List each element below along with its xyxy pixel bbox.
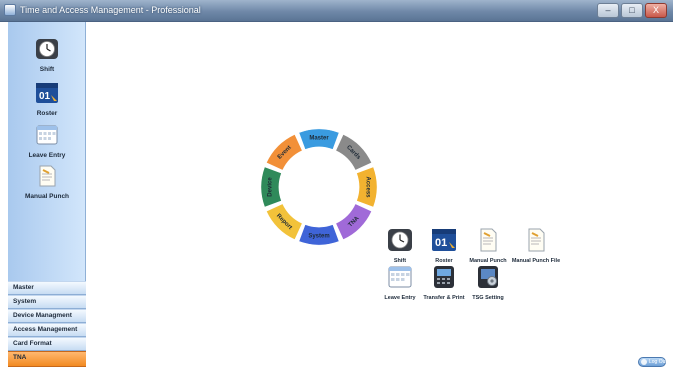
document-icon bbox=[39, 165, 56, 187]
sidebar-item-label: Roster bbox=[36, 110, 58, 117]
calendar-icon: 01 bbox=[36, 83, 58, 103]
document-icon bbox=[528, 228, 545, 252]
app-tsg-setting[interactable]: TSG Setting bbox=[463, 265, 513, 301]
restore-button[interactable]: □ bbox=[621, 3, 643, 18]
app-label: Manual Punch File bbox=[511, 258, 561, 264]
sidebar-item-leave-entry[interactable]: Leave Entry bbox=[8, 124, 86, 159]
nav-device-management[interactable]: Device Managment bbox=[8, 309, 86, 323]
nav-access-management[interactable]: Access Management bbox=[8, 323, 86, 337]
window-controls: – □ X bbox=[597, 3, 667, 18]
power-icon bbox=[641, 359, 647, 365]
app-leave-entry[interactable]: Leave Entry bbox=[375, 265, 425, 301]
app-label: Transfer & Print bbox=[423, 295, 465, 301]
logout-button[interactable]: Log Out bbox=[638, 357, 667, 367]
sidebar-item-roster[interactable]: 01 Roster bbox=[8, 82, 86, 117]
app-label: TSG Setting bbox=[472, 295, 504, 301]
close-button[interactable]: X bbox=[645, 3, 667, 18]
app-label: Roster bbox=[435, 258, 453, 264]
app-roster[interactable]: 01 Roster bbox=[419, 228, 469, 264]
minimize-button[interactable]: – bbox=[597, 3, 619, 18]
document-icon bbox=[480, 228, 497, 252]
settings-icon bbox=[478, 266, 498, 288]
app-manual-punch[interactable]: Manual Punch bbox=[463, 228, 513, 264]
app-label: Shift bbox=[393, 258, 407, 264]
sidebar-item-label: Manual Punch bbox=[24, 193, 70, 200]
clock-icon bbox=[36, 39, 58, 59]
terminal-icon bbox=[434, 266, 454, 288]
ring-segment-label: Master bbox=[309, 136, 329, 142]
calendar-grid-icon bbox=[388, 266, 412, 288]
ring-segment-label: System bbox=[308, 234, 329, 240]
svg-text:01: 01 bbox=[39, 91, 51, 102]
nav-system[interactable]: System bbox=[8, 295, 86, 309]
app-icon bbox=[4, 4, 16, 16]
app-label: Leave Entry bbox=[384, 295, 416, 301]
calendar-grid-icon bbox=[36, 125, 58, 145]
ring-segment-label: Access bbox=[364, 176, 370, 198]
title-bar: Time and Access Management - Professiona… bbox=[0, 0, 673, 22]
logout-label: Log Out bbox=[649, 359, 667, 365]
sidebar-item-shift[interactable]: Shift bbox=[8, 38, 86, 73]
window-title: Time and Access Management - Professiona… bbox=[20, 5, 201, 15]
sidebar-item-manual-punch[interactable]: Manual Punch bbox=[8, 165, 86, 200]
app-transfer-print[interactable]: Transfer & Print bbox=[419, 265, 469, 301]
nav-master[interactable]: Master bbox=[8, 281, 86, 295]
nav-card-format[interactable]: Card Format bbox=[8, 337, 86, 351]
module-ring: MasterCardsAccessTNASystemReportDeviceEv… bbox=[260, 128, 378, 246]
ring-segment-label: Device bbox=[268, 177, 274, 197]
calendar-icon: 01 bbox=[432, 229, 456, 251]
clock-icon bbox=[388, 229, 412, 251]
sidebar-item-label: Shift bbox=[39, 66, 55, 73]
sidebar-item-label: Leave Entry bbox=[28, 152, 66, 159]
app-label: Manual Punch bbox=[469, 258, 507, 264]
svg-text:01: 01 bbox=[435, 237, 447, 249]
nav-tna[interactable]: TNA bbox=[8, 351, 86, 367]
app-shift[interactable]: Shift bbox=[375, 228, 425, 264]
app-manual-punch-file[interactable]: Manual Punch File bbox=[511, 228, 561, 264]
